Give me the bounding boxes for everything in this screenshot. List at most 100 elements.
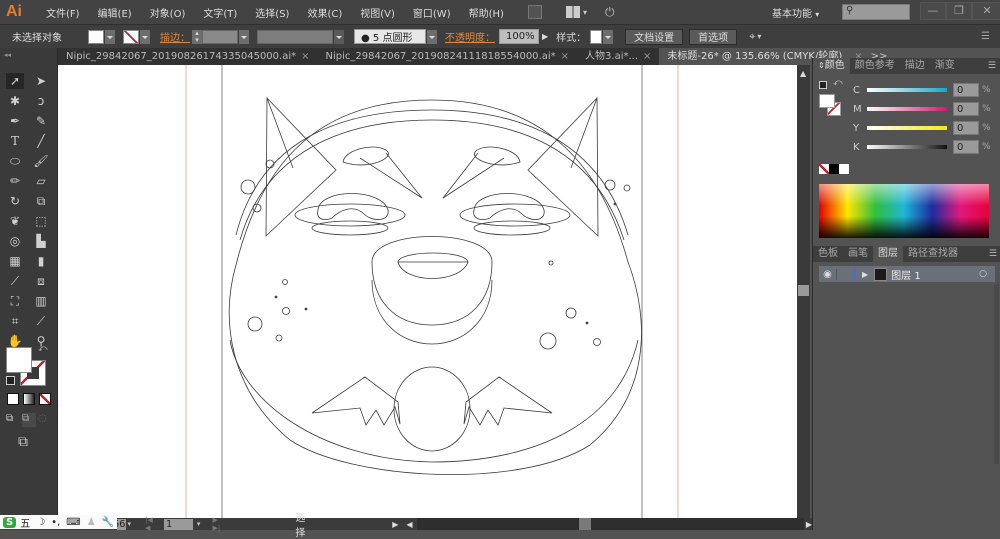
perspective-grid-tool-icon[interactable]: ▙	[32, 233, 50, 249]
selection-tool-icon[interactable]: ➚	[6, 73, 24, 89]
free-transform-tool-icon[interactable]: ⬚	[32, 213, 50, 229]
draw-inside-icon[interactable]: ◌	[38, 413, 52, 427]
tab-color[interactable]: ⇕颜色	[813, 58, 850, 74]
menu-help[interactable]: 帮助(H)	[469, 5, 504, 20]
rotate-tool-icon[interactable]: ↻	[6, 193, 24, 209]
ime-settings-icon[interactable]: 🔧	[102, 517, 114, 528]
style-dropdown[interactable]	[603, 29, 614, 44]
magenta-value-input[interactable]: 0	[953, 102, 979, 116]
fill-color-box[interactable]	[6, 347, 32, 373]
opacity-arrow-icon[interactable]: ▶	[542, 32, 548, 41]
magenta-slider[interactable]	[867, 107, 947, 111]
vertical-scrollbar[interactable]: ▲	[797, 65, 810, 518]
target-circle-icon[interactable]: ○	[979, 269, 987, 279]
tab-gradient[interactable]: 渐变	[930, 58, 960, 74]
white-swatch[interactable]	[839, 164, 849, 174]
swap-colors-icon[interactable]: ⤺	[833, 78, 843, 88]
zoom-level-input[interactable]: 135.66	[117, 518, 126, 530]
black-slider[interactable]	[867, 145, 947, 149]
horizontal-scroll-thumb[interactable]	[578, 518, 591, 530]
default-fill-stroke-icon[interactable]	[6, 376, 15, 385]
stroke-weight-input[interactable]	[202, 29, 238, 44]
close-tab-icon[interactable]: ×	[561, 51, 569, 62]
pencil-tool-icon[interactable]: ✏	[6, 173, 24, 189]
bridge-icon[interactable]	[527, 5, 542, 19]
none-swatch[interactable]	[819, 164, 829, 174]
workspace-switcher[interactable]: 基本功能 ▾	[772, 5, 819, 20]
page-number-input[interactable]: 1	[163, 518, 193, 530]
tab-document-1[interactable]: Nipic_29842067_20190826174335045000.ai* ×	[58, 48, 318, 65]
fill-color-swatch[interactable]	[819, 94, 835, 108]
panel-menu-icon[interactable]: ☰	[988, 61, 996, 71]
artboard-tool-icon[interactable]: ⌗	[6, 313, 24, 329]
profile-dropdown[interactable]	[334, 29, 344, 44]
sync-settings-icon[interactable]: ⏻	[605, 5, 615, 20]
gradient-mode-button[interactable]	[23, 393, 35, 405]
tab-brushes[interactable]: 画笔	[843, 246, 873, 262]
brush-dropdown[interactable]	[427, 29, 437, 44]
ime-punct-icon[interactable]: •,	[51, 517, 60, 528]
eraser-tool-icon[interactable]: ▱	[32, 173, 50, 189]
artboard-canvas[interactable]	[58, 65, 797, 518]
tab-document-2[interactable]: Nipic_29842067_20190824111818554000.ai* ×	[318, 48, 578, 65]
tab-document-3[interactable]: 人物3.ai*... ×	[577, 48, 659, 65]
stroke-swatch[interactable]	[123, 29, 139, 44]
arrange-dropdown-icon[interactable]: ▾	[583, 8, 587, 17]
stroke-dropdown[interactable]	[140, 29, 150, 44]
menu-edit[interactable]: 编辑(E)	[98, 5, 132, 20]
ime-user-icon[interactable]: ♟	[87, 517, 96, 528]
layer-name[interactable]: 图层 1	[891, 267, 921, 282]
vertical-scroll-thumb[interactable]	[798, 285, 809, 296]
draw-behind-icon[interactable]: ⧉	[22, 413, 36, 427]
pen-tool-icon[interactable]: ✒	[6, 113, 24, 129]
curvature-tool-icon[interactable]: ✎	[32, 113, 50, 129]
panel-menu-icon[interactable]: ☰	[981, 31, 990, 42]
menu-file[interactable]: 文件(F)	[46, 5, 80, 20]
layers-scrollbar[interactable]	[994, 284, 999, 464]
black-value-input[interactable]: 0	[953, 140, 979, 154]
eyedropper-tool-icon[interactable]: ⟋	[6, 273, 24, 289]
tab-layers[interactable]: 图层	[873, 246, 903, 262]
brush-definition[interactable]: ● 5 点圆形	[354, 29, 426, 44]
ellipse-tool-icon[interactable]: ⬭	[6, 153, 24, 169]
black-swatch[interactable]	[829, 164, 839, 174]
restore-button[interactable]: ❐	[946, 2, 972, 20]
symbol-sprayer-tool-icon[interactable]: ⛶	[6, 293, 24, 309]
close-button[interactable]: ✕	[972, 2, 1000, 20]
status-menu-arrow-icon[interactable]: ▶	[392, 520, 398, 529]
page-dropdown-icon[interactable]: ▾	[197, 520, 201, 528]
menu-select[interactable]: 选择(S)	[255, 5, 289, 20]
menu-effect[interactable]: 效果(C)	[307, 5, 342, 20]
ime-mode-icon[interactable]: 五	[20, 515, 30, 530]
direct-selection-tool-icon[interactable]: ➤	[32, 73, 50, 89]
close-tab-icon[interactable]: ×	[301, 51, 309, 62]
tab-stroke[interactable]: 描边	[900, 58, 930, 74]
color-spectrum[interactable]	[819, 184, 989, 238]
tab-swatches[interactable]: 色板	[813, 246, 843, 262]
scroll-right-icon[interactable]: ▶	[806, 520, 812, 529]
stroke-label[interactable]: 描边：	[160, 29, 190, 44]
align-dropdown-icon[interactable]: ▾	[757, 32, 761, 41]
warp-tool-icon[interactable]: ❦	[6, 213, 24, 229]
menu-type[interactable]: 文字(T)	[203, 5, 237, 20]
cyan-value-input[interactable]: 0	[953, 83, 979, 97]
slice-tool-icon[interactable]: ⟋	[32, 313, 50, 329]
preferences-button[interactable]: 首选项	[689, 28, 738, 45]
search-input[interactable]: ⚲	[842, 4, 910, 20]
yellow-slider[interactable]	[867, 126, 947, 130]
yellow-value-input[interactable]: 0	[953, 121, 979, 135]
sogou-logo-icon[interactable]: S	[3, 516, 17, 528]
tab-color-guide[interactable]: 颜色参考	[850, 58, 900, 74]
type-tool-icon[interactable]: T	[6, 133, 24, 149]
opacity-label[interactable]: 不透明度：	[445, 29, 495, 44]
cyan-slider[interactable]	[867, 88, 947, 92]
default-colors-icon[interactable]	[819, 81, 827, 89]
paintbrush-tool-icon[interactable]: 🖌	[32, 153, 50, 169]
variable-width-profile[interactable]	[257, 29, 333, 44]
menu-object[interactable]: 对象(O)	[150, 5, 186, 20]
graphic-style-swatch[interactable]	[590, 29, 603, 44]
opacity-input[interactable]: 100%	[499, 29, 539, 44]
scale-tool-icon[interactable]: ⧉	[32, 193, 50, 209]
ime-moon-icon[interactable]: ☽	[36, 517, 45, 528]
color-mode-button[interactable]	[7, 393, 19, 405]
